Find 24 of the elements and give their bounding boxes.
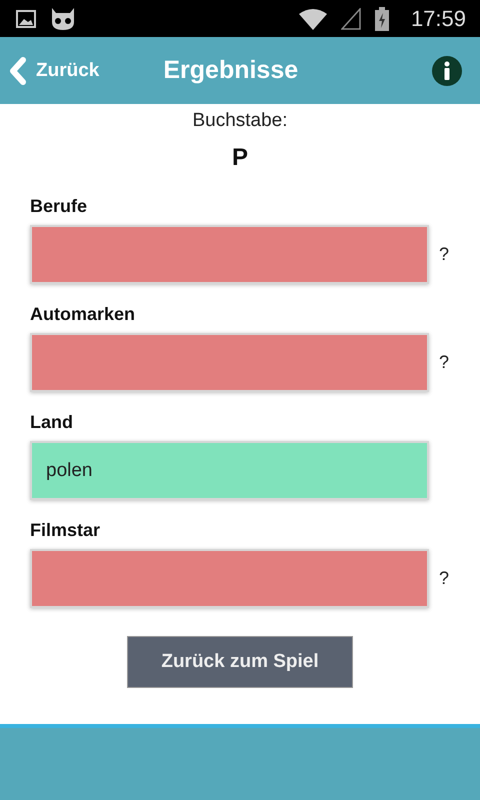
image-icon [16, 10, 36, 28]
unknown-marker: ? [439, 352, 450, 373]
chevron-left-icon [8, 56, 28, 84]
category-label: Filmstar [30, 520, 100, 541]
unknown-marker: ? [439, 244, 450, 265]
answer-field[interactable] [30, 333, 429, 392]
answer-field[interactable]: polen [30, 441, 429, 500]
letter-label: Buchstabe: [192, 110, 288, 132]
category-label: Automarken [30, 304, 136, 325]
answer-field[interactable] [30, 549, 429, 608]
letter: P [232, 144, 248, 172]
category-label: Berufe [30, 196, 88, 217]
page-title: Ergebnisse [163, 56, 300, 85]
back-button[interactable]: Zurück [8, 56, 100, 84]
clock: 17:59 [410, 6, 466, 32]
unknown-marker: ? [439, 568, 450, 589]
answer-field[interactable] [30, 225, 429, 284]
info-icon[interactable] [432, 56, 462, 86]
wifi-icon [298, 8, 327, 30]
category-label: Land [30, 412, 73, 433]
battery-icon [374, 6, 389, 30]
signal-icon [340, 8, 361, 30]
robot-icon [50, 8, 76, 30]
back-to-game-button[interactable]: Zurück zum Spiel [127, 636, 353, 688]
